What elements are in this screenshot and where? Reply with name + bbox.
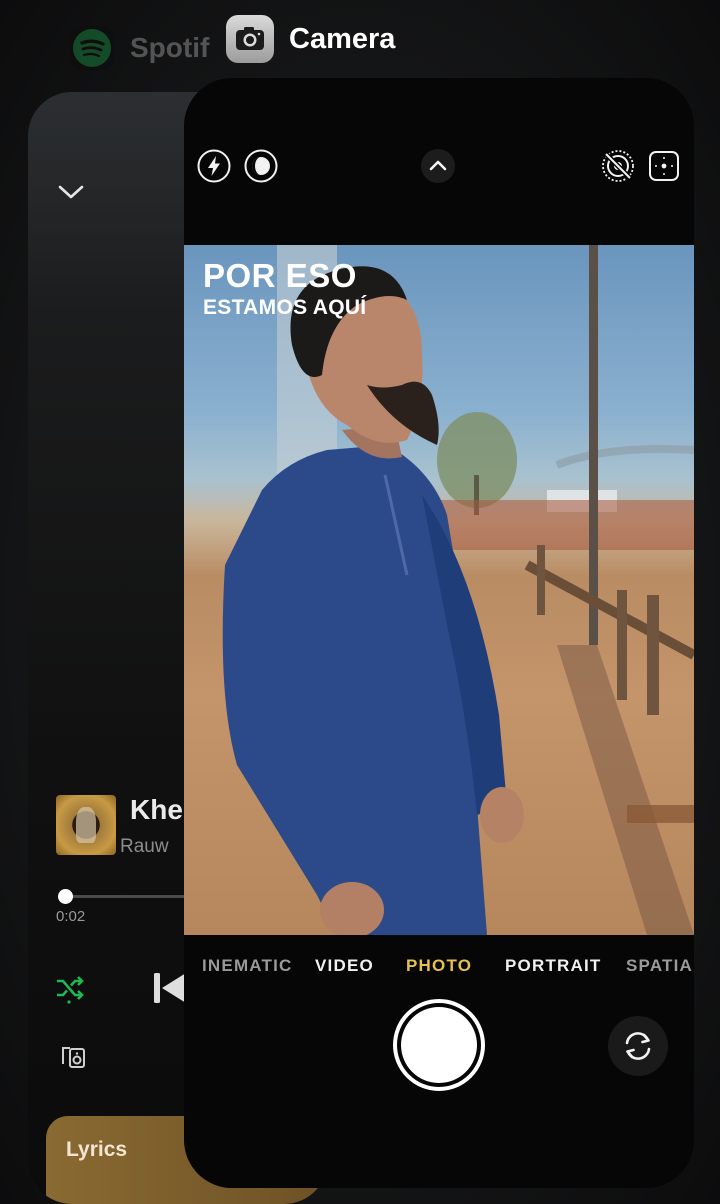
flip-camera-icon [625, 1032, 651, 1060]
progress-knob[interactable] [58, 889, 73, 904]
shutter-button-inner [401, 1007, 477, 1083]
track-title[interactable]: Khe [130, 794, 183, 826]
shutter-button[interactable] [393, 999, 485, 1091]
spotify-app-label[interactable]: Spotif [70, 26, 209, 70]
mode-video[interactable]: VIDEO [315, 956, 374, 976]
night-mode-icon[interactable] [243, 148, 279, 184]
elapsed-time: 0:02 [56, 908, 86, 925]
exposure-icon[interactable] [646, 148, 682, 184]
chevron-down-icon[interactable] [58, 184, 84, 205]
camera-app-label[interactable]: Camera [226, 15, 395, 63]
overlay-subtitle: ESTAMOS AQUÍ [203, 296, 367, 319]
camera-app-name: Camera [289, 22, 396, 55]
connect-device-icon[interactable] [60, 1044, 88, 1075]
camera-app-icon [226, 15, 274, 63]
shuffle-icon[interactable] [54, 972, 86, 1009]
mode-photo[interactable]: PHOTO [406, 956, 472, 976]
flip-camera-button[interactable] [608, 1016, 668, 1076]
camera-app-card[interactable]: POR ESO ESTAMOS AQUÍ INEMATIC VIDEO PHOT… [184, 78, 694, 1188]
chevron-up-icon[interactable] [420, 148, 456, 184]
mode-portrait[interactable]: PORTRAIT [505, 956, 601, 976]
mode-cinematic[interactable]: INEMATIC [202, 956, 293, 976]
mode-spatial[interactable]: SPATIA [626, 956, 693, 976]
previous-track-icon[interactable] [152, 970, 186, 1011]
camera-viewfinder[interactable]: POR ESO ESTAMOS AQUÍ [184, 245, 694, 935]
flash-icon[interactable] [196, 148, 232, 184]
live-photo-off-icon[interactable] [600, 148, 636, 184]
overlay-title: POR ESO [203, 257, 357, 294]
lyrics-label: Lyrics [66, 1138, 128, 1161]
spotify-logo-icon [70, 26, 114, 70]
track-artist[interactable]: Rauw [120, 836, 169, 858]
spotify-app-name: Spotif [130, 32, 210, 63]
camera-mode-selector[interactable]: INEMATIC VIDEO PHOTO PORTRAIT SPATIA [184, 956, 694, 980]
viewfinder-scene [222, 245, 694, 935]
album-art[interactable] [56, 795, 116, 855]
